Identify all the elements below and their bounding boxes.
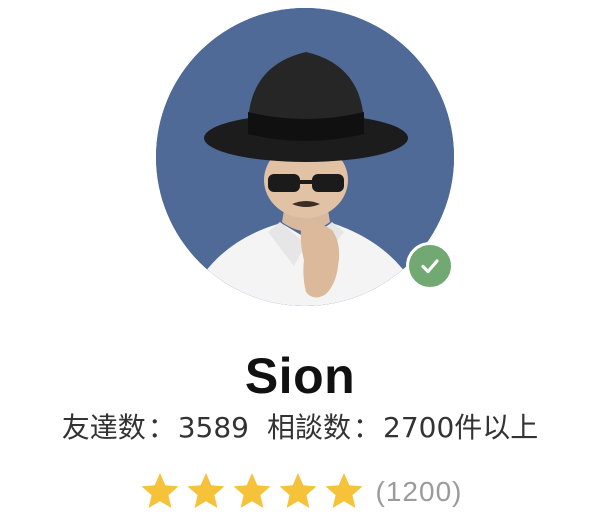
profile-name: Sion: [244, 348, 356, 404]
friends-label: 友達数: [61, 411, 146, 444]
consult-label: 相談数: [267, 411, 352, 444]
avatar-wrapper: [156, 8, 454, 306]
check-icon: [421, 259, 439, 274]
friends-stat: 友達数 ： 3589: [62, 408, 249, 448]
consult-separator: ：: [353, 411, 382, 444]
profile-card: Sion 友達数 ： 3589 相談数 ： 2700件以上 (1200): [0, 0, 600, 526]
consult-value: 2700件以上: [383, 411, 539, 444]
verified-badge: [406, 242, 454, 290]
rating-count: (1200): [375, 476, 463, 507]
star-icon: [184, 470, 228, 514]
rating[interactable]: (1200): [0, 470, 600, 514]
star-icon: [276, 470, 320, 514]
star-icon: [230, 470, 274, 514]
friends-separator: ：: [147, 411, 176, 444]
star-icon: [138, 470, 182, 514]
star-icon: [322, 470, 366, 514]
profile-stats: 友達数 ： 3589 相談数 ： 2700件以上: [0, 408, 600, 448]
friends-value: 3589: [177, 411, 249, 444]
rating-stars: [138, 470, 366, 514]
consult-stat: 相談数 ： 2700件以上: [267, 408, 538, 448]
